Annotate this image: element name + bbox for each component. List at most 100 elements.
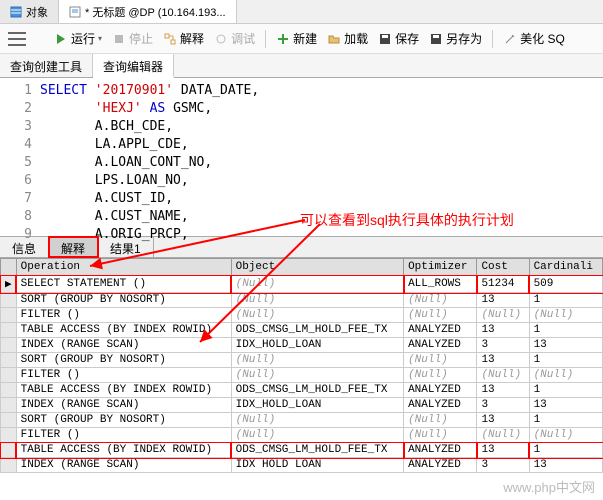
explain-plan-grid[interactable]: Operation Object Optimizer Cost Cardinal… [0, 258, 603, 473]
save-button[interactable]: 保存 [374, 28, 423, 49]
col-cardinality[interactable]: Cardinali [529, 259, 602, 276]
stop-button[interactable]: 停止 [108, 28, 157, 49]
cell[interactable]: ODS_CMSG_LM_HOLD_FEE_TX [231, 323, 403, 338]
tab-result1[interactable]: 结果1 [98, 237, 154, 257]
tab-explain-plan[interactable]: 解释 [49, 237, 98, 257]
table-row[interactable]: TABLE ACCESS (BY INDEX ROWID)ODS_CMSG_LM… [1, 383, 603, 398]
cell[interactable]: 3 [477, 398, 529, 413]
cell[interactable]: TABLE ACCESS (BY INDEX ROWID) [16, 323, 231, 338]
cell[interactable]: FILTER () [16, 368, 231, 383]
table-row[interactable]: TABLE ACCESS (BY INDEX ROWID)ODS_CMSG_LM… [1, 323, 603, 338]
cell[interactable]: ANALYZED [404, 443, 477, 458]
cell[interactable]: 13 [529, 338, 602, 353]
cell[interactable]: ANALYZED [404, 398, 477, 413]
table-row[interactable]: INDEX (RANGE SCAN)IDX HOLD LOANANALYZED3… [1, 458, 603, 473]
cell[interactable]: (Null) [231, 276, 403, 293]
cell[interactable]: 51234 [477, 276, 529, 293]
tab-query-builder[interactable]: 查询创建工具 [0, 54, 93, 77]
cell[interactable]: (Null) [231, 428, 403, 443]
cell[interactable] [1, 368, 17, 383]
cell[interactable]: 13 [529, 458, 602, 473]
col-object[interactable]: Object [231, 259, 403, 276]
tab-untitled[interactable]: * 无标题 @DP (10.164.193... [59, 0, 237, 23]
cell[interactable]: (Null) [231, 308, 403, 323]
cell[interactable]: IDX HOLD LOAN [231, 458, 403, 473]
cell[interactable]: 1 [529, 443, 602, 458]
cell[interactable]: (Null) [404, 353, 477, 368]
cell[interactable]: 509 [529, 276, 602, 293]
cell[interactable] [1, 428, 17, 443]
cell[interactable]: 1 [529, 413, 602, 428]
cell[interactable] [1, 308, 17, 323]
col-optimizer[interactable]: Optimizer [404, 259, 477, 276]
beautify-button[interactable]: 美化 SQ [499, 28, 569, 49]
cell[interactable]: FILTER () [16, 428, 231, 443]
cell[interactable]: 13 [477, 443, 529, 458]
cell[interactable]: ANALYZED [404, 383, 477, 398]
cell[interactable]: 1 [529, 353, 602, 368]
cell[interactable]: IDX_HOLD_LOAN [231, 338, 403, 353]
cell[interactable]: (Null) [529, 368, 602, 383]
debug-button[interactable]: 调试 [210, 28, 259, 49]
table-row[interactable]: TABLE ACCESS (BY INDEX ROWID)ODS_CMSG_LM… [1, 443, 603, 458]
cell[interactable]: INDEX (RANGE SCAN) [16, 458, 231, 473]
explain-button[interactable]: 解释 [159, 28, 208, 49]
cell[interactable] [1, 398, 17, 413]
cell[interactable]: 3 [477, 338, 529, 353]
cell[interactable]: INDEX (RANGE SCAN) [16, 398, 231, 413]
cell[interactable] [1, 413, 17, 428]
cell[interactable]: (Null) [404, 368, 477, 383]
cell[interactable]: FILTER () [16, 308, 231, 323]
table-row[interactable]: FILTER ()(Null)(Null)(Null)(Null) [1, 428, 603, 443]
cell[interactable]: (Null) [477, 428, 529, 443]
cell[interactable]: 3 [477, 458, 529, 473]
cell[interactable]: 13 [529, 398, 602, 413]
cell[interactable]: TABLE ACCESS (BY INDEX ROWID) [16, 383, 231, 398]
cell[interactable]: 1 [529, 383, 602, 398]
cell[interactable]: IDX_HOLD_LOAN [231, 398, 403, 413]
table-row[interactable]: SORT (GROUP BY NOSORT)(Null)(Null)131 [1, 293, 603, 308]
cell[interactable]: ODS_CMSG_LM_HOLD_FEE_TX [231, 443, 403, 458]
cell[interactable]: ANALYZED [404, 338, 477, 353]
run-button[interactable]: 运行 ▾ [50, 28, 106, 49]
cell[interactable]: 1 [529, 293, 602, 308]
cell[interactable]: ODS_CMSG_LM_HOLD_FEE_TX [231, 383, 403, 398]
cell[interactable]: (Null) [477, 368, 529, 383]
cell[interactable]: 13 [477, 353, 529, 368]
cell[interactable]: (Null) [231, 368, 403, 383]
menu-icon[interactable] [8, 32, 26, 46]
cell[interactable]: (Null) [529, 428, 602, 443]
cell[interactable] [1, 383, 17, 398]
table-row[interactable]: INDEX (RANGE SCAN)IDX_HOLD_LOANANALYZED3… [1, 338, 603, 353]
cell[interactable]: SELECT STATEMENT () [16, 276, 231, 293]
cell[interactable]: SORT (GROUP BY NOSORT) [16, 353, 231, 368]
cell[interactable]: (Null) [231, 293, 403, 308]
table-row[interactable]: ▶SELECT STATEMENT ()(Null)ALL_ROWS512345… [1, 276, 603, 293]
cell[interactable]: INDEX (RANGE SCAN) [16, 338, 231, 353]
cell[interactable]: (Null) [404, 428, 477, 443]
cell[interactable]: (Null) [231, 413, 403, 428]
cell[interactable]: 13 [477, 293, 529, 308]
table-row[interactable]: FILTER ()(Null)(Null)(Null)(Null) [1, 368, 603, 383]
cell[interactable] [1, 443, 17, 458]
tab-info[interactable]: 信息 [0, 237, 49, 257]
cell[interactable]: 13 [477, 383, 529, 398]
cell[interactable]: ALL_ROWS [404, 276, 477, 293]
cell[interactable]: ANALYZED [404, 323, 477, 338]
cell[interactable]: (Null) [404, 293, 477, 308]
cell[interactable]: TABLE ACCESS (BY INDEX ROWID) [16, 443, 231, 458]
cell[interactable]: ▶ [1, 276, 17, 293]
cell[interactable]: (Null) [404, 413, 477, 428]
cell[interactable]: 1 [529, 323, 602, 338]
table-row[interactable]: SORT (GROUP BY NOSORT)(Null)(Null)131 [1, 413, 603, 428]
cell[interactable]: 13 [477, 323, 529, 338]
cell[interactable]: SORT (GROUP BY NOSORT) [16, 293, 231, 308]
cell[interactable]: 13 [477, 413, 529, 428]
cell[interactable] [1, 458, 17, 473]
cell[interactable] [1, 338, 17, 353]
cell[interactable]: (Null) [477, 308, 529, 323]
tab-query-editor[interactable]: 查询编辑器 [93, 54, 174, 78]
load-button[interactable]: 加载 [323, 28, 372, 49]
col-operation[interactable]: Operation [16, 259, 231, 276]
cell[interactable]: (Null) [231, 353, 403, 368]
